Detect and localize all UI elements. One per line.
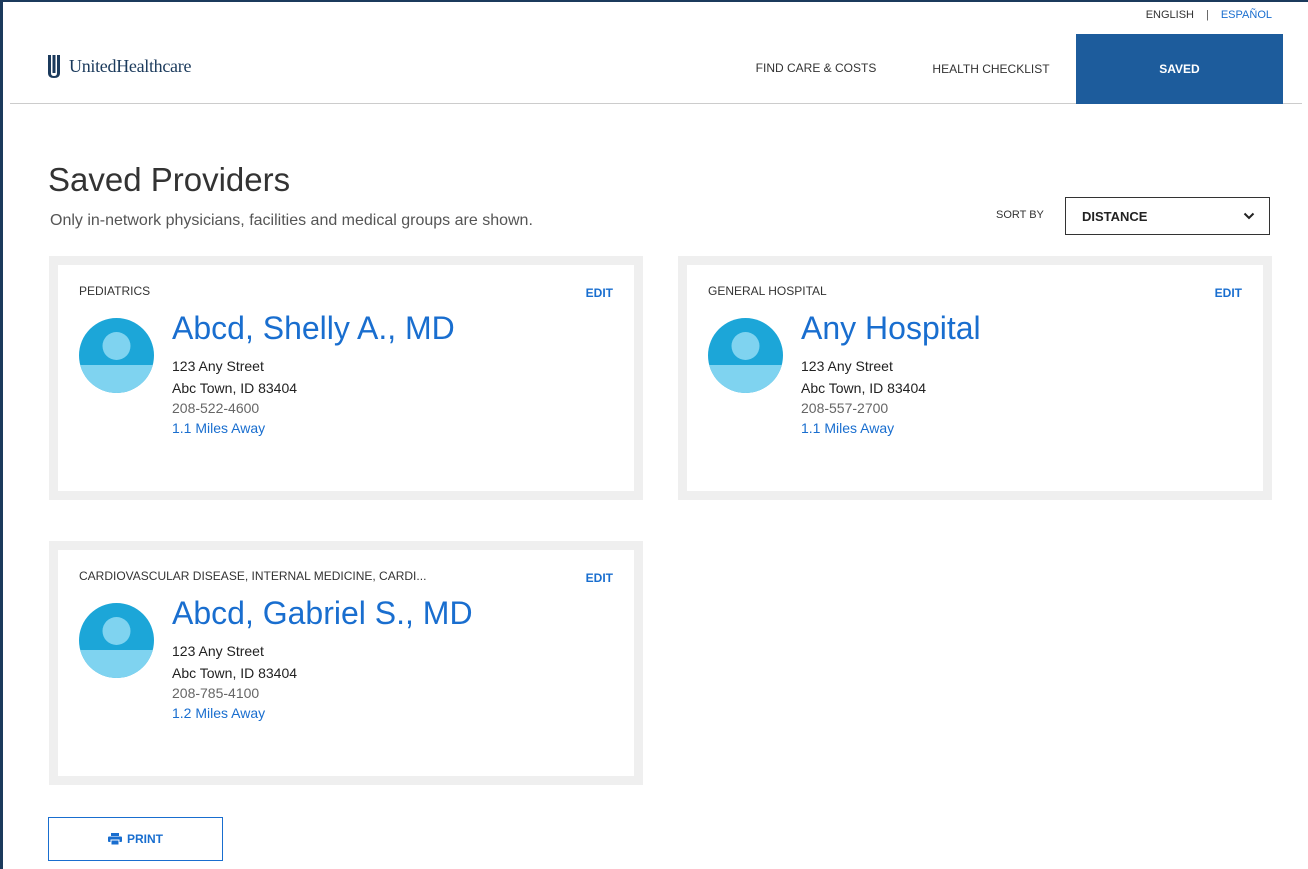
edit-button[interactable]: EDIT [1215, 286, 1242, 300]
printer-icon [108, 833, 122, 845]
provider-name-link[interactable]: Any Hospital [801, 310, 981, 347]
provider-distance-link[interactable]: 1.2 Miles Away [172, 705, 265, 721]
page-subtitle: Only in-network physicians, facilities a… [50, 212, 533, 229]
provider-specialty: GENERAL HOSPITAL [708, 284, 827, 298]
language-espanol[interactable]: ESPAÑOL [1221, 9, 1272, 21]
avatar [708, 318, 783, 393]
provider-name-link[interactable]: Abcd, Shelly A., MD [172, 310, 455, 347]
person-avatar-icon [708, 318, 783, 393]
edit-button[interactable]: EDIT [586, 571, 613, 585]
provider-address-line1: 123 Any Street [801, 358, 893, 374]
page-title: Saved Providers [48, 161, 291, 198]
edit-button[interactable]: EDIT [586, 286, 613, 300]
provider-address-line1: 123 Any Street [172, 643, 264, 659]
sort-by-value: DISTANCE [1082, 208, 1148, 224]
provider-card: GENERAL HOSPITAL EDIT Any Hospital 123 A… [678, 256, 1272, 500]
sort-by-select[interactable]: DISTANCE [1065, 197, 1270, 235]
provider-specialty: PEDIATRICS [79, 284, 151, 298]
provider-address-line1: 123 Any Street [172, 358, 264, 374]
provider-phone: 208-557-2700 [801, 400, 889, 416]
provider-address-line2: Abc Town, ID 83404 [172, 665, 298, 681]
person-avatar-icon [79, 318, 154, 393]
provider-name-link[interactable]: Abcd, Gabriel S., MD [172, 595, 473, 632]
nav-find-care-costs[interactable]: FIND CARE & COSTS [726, 34, 906, 104]
provider-specialty: CARDIOVASCULAR DISEASE, INTERNAL MEDICIN… [79, 569, 427, 583]
provider-distance-link[interactable]: 1.1 Miles Away [172, 420, 265, 436]
main-nav: FIND CARE & COSTS HEALTH CHECKLIST SAVED [726, 34, 1302, 104]
nav-saved[interactable]: SAVED [1076, 34, 1283, 104]
brand-logo[interactable]: UnitedHealthcare [47, 54, 191, 78]
site-header: UnitedHealthcare FIND CARE & COSTS HEALT… [10, 34, 1302, 104]
language-switcher: ENGLISH | ESPAÑOL [1146, 9, 1272, 21]
chevron-down-icon [1243, 212, 1255, 220]
print-button[interactable]: PRINT [48, 817, 223, 861]
person-avatar-icon [79, 603, 154, 678]
provider-address-line2: Abc Town, ID 83404 [801, 380, 927, 396]
provider-card: PEDIATRICS EDIT Abcd, Shelly A., MD 123 … [49, 256, 643, 500]
window-frame-top [0, 0, 1308, 2]
language-separator: | [1205, 9, 1209, 21]
provider-phone: 208-522-4600 [172, 400, 260, 416]
nav-health-checklist[interactable]: HEALTH CHECKLIST [906, 34, 1076, 104]
print-label: PRINT [127, 832, 163, 846]
language-english[interactable]: ENGLISH [1146, 9, 1194, 21]
sort-by-label: SORT BY [996, 209, 1044, 221]
brand-name: UnitedHealthcare [69, 55, 192, 76]
provider-address-line2: Abc Town, ID 83404 [172, 380, 298, 396]
window-frame-left [0, 0, 3, 869]
uhc-shield-logo-icon [48, 55, 60, 78]
avatar [79, 318, 154, 393]
avatar [79, 603, 154, 678]
provider-phone: 208-785-4100 [172, 685, 260, 701]
provider-distance-link[interactable]: 1.1 Miles Away [801, 420, 894, 436]
provider-card: CARDIOVASCULAR DISEASE, INTERNAL MEDICIN… [49, 541, 643, 785]
